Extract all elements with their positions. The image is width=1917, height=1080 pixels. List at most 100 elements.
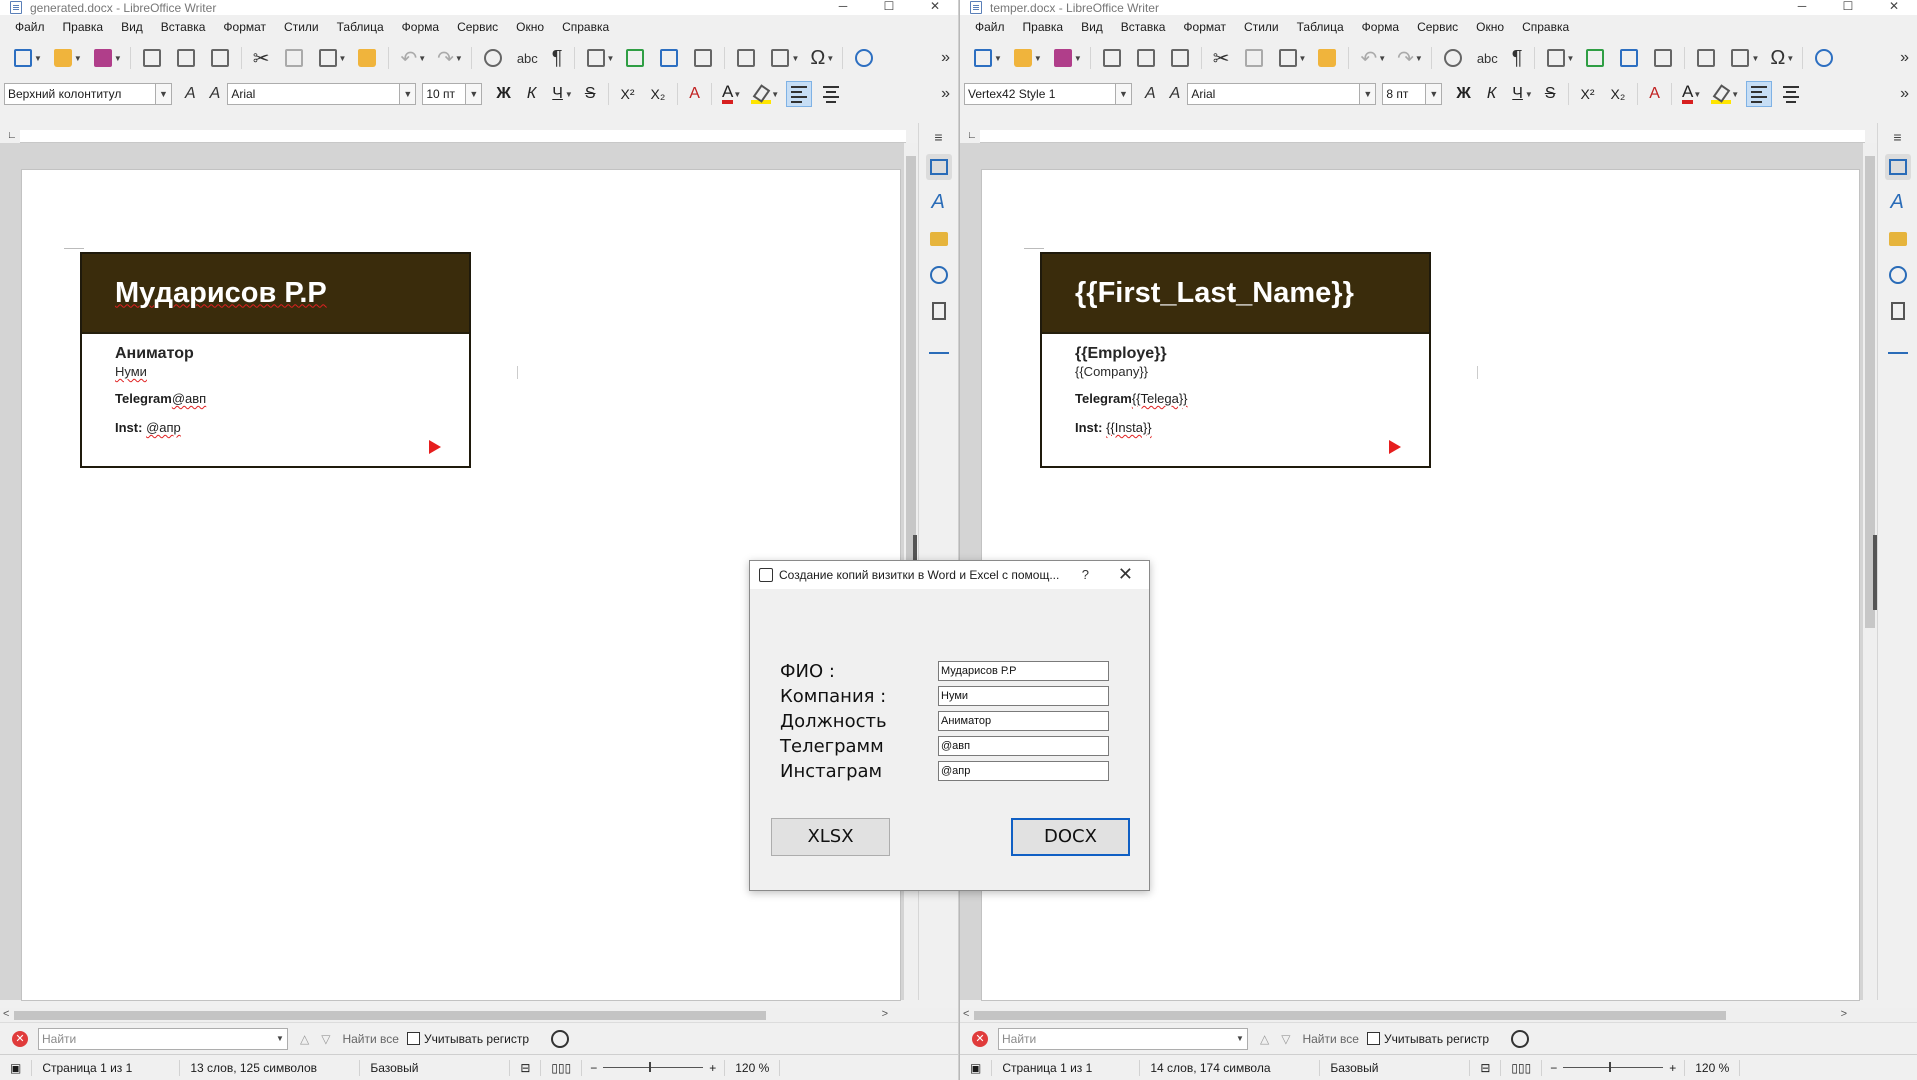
close-icon[interactable]: ✕ (912, 0, 958, 15)
underline-button[interactable]: Ч (552, 85, 563, 103)
chevron-down-icon[interactable]: ▼ (1731, 90, 1739, 99)
find-input[interactable]: Найти ▼ (38, 1027, 288, 1050)
print-icon[interactable] (1136, 49, 1155, 67)
insert-image-icon[interactable] (1586, 49, 1605, 67)
chevron-down-icon[interactable]: ▼ (826, 54, 834, 63)
menu-form[interactable]: Форма (1353, 20, 1408, 34)
find-input[interactable]: Найти ▼ (998, 1027, 1248, 1050)
chevron-down-icon[interactable]: ▼ (465, 84, 482, 104)
chevron-down-icon[interactable]: ▼ (418, 54, 426, 63)
selection-mode-icon[interactable]: ⊟ (510, 1059, 542, 1076)
formatting-marks-icon[interactable]: ¶ (552, 47, 563, 70)
navigator-icon[interactable] (1885, 262, 1911, 288)
gallery-icon[interactable] (926, 226, 952, 252)
match-case-checkbox[interactable] (1366, 1032, 1380, 1045)
chevron-down-icon[interactable]: ▼ (1378, 54, 1386, 63)
insert-chart-icon[interactable] (660, 49, 679, 67)
spellcheck-icon[interactable]: abc (1477, 51, 1498, 66)
chevron-down-icon[interactable]: ▼ (339, 54, 347, 63)
card-telegram[interactable]: Telegram@авп (115, 391, 206, 406)
navigator-icon[interactable] (926, 262, 952, 288)
minimize-icon[interactable]: ─ (1779, 0, 1825, 15)
open-folder-icon[interactable] (53, 49, 72, 67)
word-count[interactable]: 14 слов, 174 символа (1140, 1059, 1321, 1076)
sidebar-collapse-handle[interactable] (1873, 535, 1877, 610)
chevron-down-icon[interactable]: ▼ (1415, 54, 1423, 63)
print-preview-icon[interactable] (1170, 49, 1189, 67)
company-input[interactable]: Нуми (938, 686, 1109, 706)
copy-icon[interactable] (1244, 49, 1263, 67)
find-all-button[interactable]: Найти все (342, 1032, 399, 1046)
more-options-icon[interactable]: » (1900, 49, 1909, 67)
highlight-color-icon[interactable] (751, 84, 772, 104)
save-icon[interactable] (93, 49, 112, 67)
chevron-down-icon[interactable]: ▼ (455, 54, 463, 63)
strikethrough-button[interactable]: S (585, 85, 596, 103)
chevron-down-icon[interactable]: ▼ (1567, 54, 1575, 63)
chevron-down-icon[interactable]: ▼ (74, 54, 82, 63)
chevron-down-icon[interactable]: ▼ (1693, 90, 1701, 99)
insert-textbox-icon[interactable] (694, 49, 713, 67)
scroll-thumb[interactable] (14, 1011, 766, 1020)
spellcheck-icon[interactable]: abc (517, 51, 538, 66)
scroll-left-icon[interactable]: < (3, 1008, 9, 1020)
scroll-right-icon[interactable]: > (882, 1008, 888, 1020)
new-document-icon[interactable] (14, 49, 32, 67)
export-pdf-icon[interactable] (142, 49, 161, 67)
superscript-button[interactable]: X² (1581, 86, 1595, 102)
cut-icon[interactable]: ✂ (253, 46, 270, 71)
maximize-icon[interactable]: ☐ (866, 0, 912, 15)
zoom-out-icon[interactable]: − (590, 1061, 597, 1075)
chevron-down-icon[interactable]: ▼ (114, 54, 122, 63)
close-icon[interactable]: ✕ (1871, 0, 1917, 15)
align-left-icon[interactable] (1746, 81, 1773, 107)
chevron-down-icon[interactable]: ▼ (1786, 54, 1794, 63)
menu-format[interactable]: Формат (214, 20, 275, 34)
scroll-thumb[interactable] (974, 1011, 1726, 1020)
bold-button[interactable]: Ж (496, 85, 510, 103)
xlsx-button[interactable]: XLSX (771, 818, 890, 856)
redo-icon[interactable]: ↷ (437, 46, 454, 71)
position-input[interactable]: Аниматор (938, 711, 1109, 731)
view-layout-icon[interactable]: ▯▯▯ (1501, 1059, 1543, 1076)
card-instagram[interactable]: Inst: @апр (115, 420, 181, 435)
font-color-icon[interactable]: A (1681, 83, 1694, 104)
chevron-down-icon[interactable]: ▼ (399, 84, 416, 104)
chevron-down-icon[interactable]: ▼ (1425, 84, 1442, 104)
save-icon[interactable] (1053, 49, 1072, 67)
page-break-icon[interactable] (1697, 49, 1716, 67)
redo-icon[interactable]: ↷ (1397, 46, 1414, 71)
find-next-icon[interactable]: ▽ (1281, 1032, 1290, 1046)
insert-image-icon[interactable] (626, 49, 645, 67)
clone-formatting-icon[interactable] (1318, 49, 1337, 67)
underline-button[interactable]: Ч (1512, 85, 1523, 103)
chevron-down-icon[interactable]: ▼ (1359, 84, 1376, 104)
font-size-select[interactable]: 8 пт ▼ (1382, 83, 1443, 105)
tab-stop-icon[interactable]: ∟ (7, 130, 17, 141)
align-left-icon[interactable] (786, 81, 813, 107)
insert-table-icon[interactable] (586, 49, 605, 67)
sidebar-menu-icon[interactable]: ≡ (919, 129, 958, 145)
gallery-icon[interactable] (1885, 226, 1911, 252)
menu-view[interactable]: Вид (112, 20, 152, 34)
card-name[interactable]: {{First_Last_Name}} (1075, 277, 1354, 310)
find-replace-icon[interactable] (1443, 49, 1462, 67)
page-style[interactable]: Базовый (360, 1059, 511, 1076)
menu-tools[interactable]: Сервис (448, 20, 507, 34)
maximize-icon[interactable]: ☐ (1825, 0, 1871, 15)
font-name-select[interactable]: Arial ▼ (227, 83, 417, 105)
find-next-icon[interactable]: ▽ (321, 1032, 330, 1046)
page-count[interactable]: Страница 1 из 1 (32, 1059, 181, 1076)
paragraph-style-select[interactable]: Верхний колонтитул ▼ (4, 83, 172, 105)
chevron-down-icon[interactable]: ▼ (273, 1029, 287, 1049)
instagram-input[interactable]: @апр (938, 761, 1109, 781)
clear-formatting-icon[interactable]: A (1649, 85, 1660, 103)
more-options-icon[interactable]: » (941, 49, 950, 67)
menu-view[interactable]: Вид (1072, 20, 1112, 34)
zoom-level[interactable]: 120 % (1684, 1059, 1741, 1076)
clone-formatting-icon[interactable] (358, 49, 377, 67)
zoom-level[interactable]: 120 % (724, 1059, 781, 1076)
special-character-icon[interactable]: Ω (1770, 47, 1785, 70)
card-role[interactable]: {{Employe}} (1075, 345, 1167, 363)
chevron-down-icon[interactable]: ▼ (1034, 54, 1042, 63)
